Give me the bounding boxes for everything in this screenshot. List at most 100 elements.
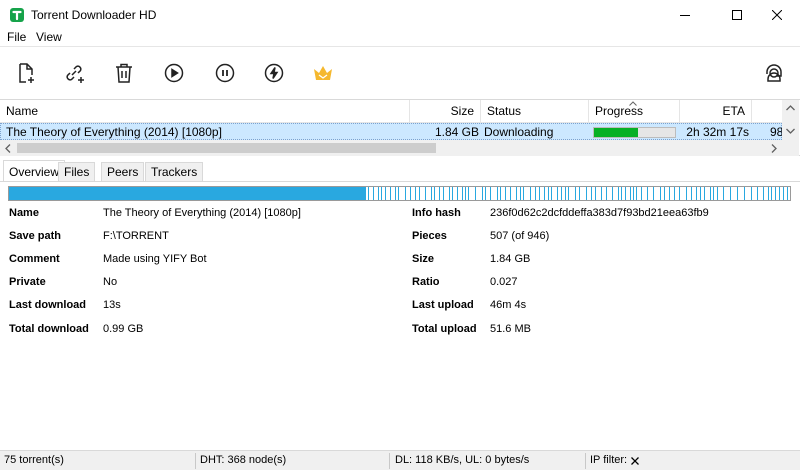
list-header: Name Size Status Progress ETA (0, 100, 782, 123)
menu-file[interactable]: File (7, 30, 26, 44)
column-header-progress-label: Progress (595, 104, 644, 118)
support-button[interactable] (760, 59, 788, 87)
table-row[interactable]: The Theory of Everything (2014) [1080p] … (0, 123, 783, 140)
piece-mark (757, 187, 758, 200)
value-pieces: 507 (of 946) (490, 230, 550, 242)
piece-mark (679, 187, 680, 200)
piece-mark (686, 187, 687, 200)
row-progress-bar (593, 127, 676, 138)
row-status: Downloading (484, 125, 554, 139)
scroll-up-icon[interactable] (786, 105, 795, 111)
piece-mark (431, 187, 432, 200)
menu-view[interactable]: View (36, 30, 62, 44)
column-header-status[interactable]: Status (481, 100, 589, 123)
status-separator (389, 453, 390, 469)
add-link-icon (66, 65, 84, 83)
list-vertical-scrollbar[interactable] (782, 100, 799, 140)
status-ip-filter: IP filter: (590, 454, 628, 466)
tab-trackers[interactable]: Trackers (145, 162, 204, 182)
piece-mark (787, 187, 788, 200)
label-size: Size (412, 253, 435, 265)
minimize-button[interactable] (662, 0, 708, 30)
tab-overview[interactable]: Overview (3, 160, 66, 182)
piece-mark (490, 187, 491, 200)
label-name: Name (9, 207, 39, 219)
piece-mark (737, 187, 738, 200)
label-last-download: Last download (9, 299, 86, 311)
pause-icon (215, 63, 235, 83)
label-ratio: Ratio (412, 276, 440, 288)
piece-mark (415, 187, 416, 200)
tab-peers[interactable]: Peers (101, 162, 145, 182)
piece-mark (775, 187, 776, 200)
scroll-down-icon[interactable] (786, 128, 795, 134)
close-button[interactable] (754, 0, 800, 30)
scroll-right-icon[interactable] (771, 144, 777, 153)
piece-mark (548, 187, 549, 200)
tab-files[interactable]: Files (58, 162, 96, 182)
piece-mark (751, 187, 752, 200)
status-speed: DL: 118 KB/s, UL: 0 bytes/s (395, 454, 530, 466)
title-bar: Torrent Downloader HD (0, 0, 800, 30)
label-private: Private (9, 276, 46, 288)
column-header-size[interactable]: Size (410, 100, 481, 123)
piece-mark (398, 187, 399, 200)
pieces-complete-block (9, 187, 366, 200)
piece-mark (485, 187, 486, 200)
list-horizontal-scrollbar[interactable] (0, 140, 782, 156)
piece-mark (653, 187, 654, 200)
scroll-left-icon[interactable] (5, 144, 11, 153)
pieces-bar (8, 186, 791, 201)
piece-mark (771, 187, 772, 200)
label-save-path: Save path (9, 230, 61, 242)
value-size: 1.84 GB (490, 253, 531, 265)
support-agent-icon (766, 64, 782, 82)
maximize-icon (732, 10, 742, 20)
piece-mark (664, 187, 665, 200)
label-info-hash: Info hash (412, 207, 461, 219)
piece-mark (468, 187, 469, 200)
piece-mark (410, 187, 411, 200)
piece-mark (696, 187, 697, 200)
piece-mark (475, 187, 476, 200)
add-magnet-link-button[interactable] (60, 59, 88, 87)
piece-mark (636, 187, 637, 200)
piece-mark (497, 187, 498, 200)
label-total-upload: Total upload (412, 323, 477, 335)
pause-button[interactable] (211, 59, 239, 87)
piece-mark (710, 187, 711, 200)
column-header-name[interactable]: Name (0, 100, 410, 123)
piece-mark (516, 187, 517, 200)
piece-mark (510, 187, 511, 200)
force-start-button[interactable] (260, 59, 288, 87)
piece-mark (723, 187, 724, 200)
value-ratio: 0.027 (490, 276, 518, 288)
menu-bar: File View (0, 28, 800, 46)
piece-mark (381, 187, 382, 200)
sort-ascending-icon (629, 101, 637, 106)
piece-mark (612, 187, 613, 200)
piece-mark (561, 187, 562, 200)
value-last-download: 13s (103, 299, 121, 311)
piece-mark (530, 187, 531, 200)
piece-mark (523, 187, 524, 200)
horizontal-scroll-thumb[interactable] (17, 143, 436, 153)
piece-mark (763, 187, 764, 200)
resume-icon (164, 63, 184, 83)
piece-mark (717, 187, 718, 200)
column-header-eta[interactable]: ETA (680, 100, 752, 123)
row-eta: 2h 32m 17s (686, 125, 749, 139)
ip-filter-off-icon[interactable] (631, 457, 639, 465)
value-save-path: F:\TORRENT (103, 230, 169, 242)
column-header-extra[interactable] (752, 100, 782, 123)
resume-button[interactable] (160, 59, 188, 87)
value-info-hash: 236f0d62c2dcfddeffa383d7f93bd21eea63fb9 (490, 207, 709, 219)
column-header-progress[interactable]: Progress (589, 100, 680, 123)
piece-mark (641, 187, 642, 200)
delete-button[interactable] (110, 59, 138, 87)
add-torrent-file-button[interactable] (12, 59, 40, 87)
piece-mark (520, 187, 521, 200)
premium-button[interactable] (309, 59, 337, 87)
torrent-list: Name Size Status Progress ETA The Theory… (0, 99, 800, 156)
status-bar: 75 torrent(s) DHT: 368 node(s) DL: 118 K… (0, 450, 800, 470)
